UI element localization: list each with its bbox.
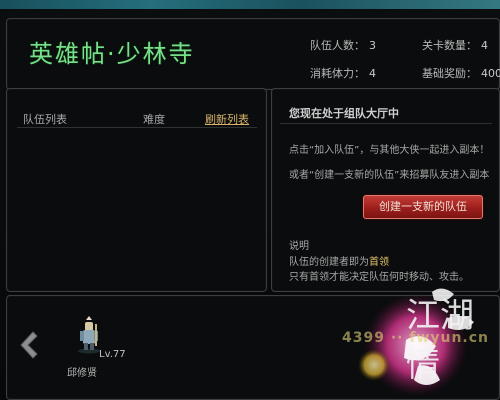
note-leader-line: 队伍的创建者即为首领: [289, 253, 389, 268]
refresh-list-link[interactable]: 刷新列表: [205, 111, 249, 127]
dungeon-header-panel: 英雄帖·少林寺 队伍人数： 3 关卡数量： 4 消耗体力： 4 基础奖励： 4000: [6, 18, 500, 90]
create-team-button[interactable]: 创建一支新的队伍: [363, 195, 483, 219]
note-title: 说明: [289, 241, 309, 252]
team-list-panel: 队伍列表 难度 刷新列表: [6, 88, 267, 292]
party-size-stat: 队伍人数： 3: [310, 37, 376, 53]
list-divider: [17, 127, 257, 128]
party-size-label: 队伍人数：: [310, 39, 365, 52]
leader-highlight: 首领: [369, 257, 389, 268]
player-avatar[interactable]: [73, 314, 105, 354]
player-name: 邱修贤: [67, 368, 97, 379]
stamina-cost-label: 消耗体力：: [310, 67, 365, 80]
join-team-hint: 点击“加入队伍”，与其他大侠一起进入副本！: [289, 145, 490, 156]
level-count-stat: 关卡数量： 4: [422, 37, 488, 53]
previous-arrow-button[interactable]: [17, 330, 39, 360]
stamina-cost-value: 4: [369, 67, 376, 80]
level-count-label: 关卡数量：: [422, 39, 477, 52]
party-size-value: 3: [369, 39, 376, 52]
note-leader-rule: 只有首领才能决定队伍何时移动、攻击。: [289, 272, 469, 283]
base-reward-value: 4000: [481, 67, 500, 80]
chevron-left-icon: [20, 331, 38, 359]
create-team-hint: 或者“创建一支新的队伍”来招募队友进入副本: [289, 170, 490, 181]
top-border: [0, 0, 500, 9]
info-divider: [280, 123, 492, 124]
base-reward-stat: 基础奖励： 4000: [422, 65, 500, 81]
team-list-header: 队伍列表: [23, 113, 67, 126]
base-reward-label: 基础奖励：: [422, 67, 477, 80]
note-leader-text: 队伍的创建者即为: [289, 257, 369, 268]
player-level: Lv.77: [99, 349, 126, 360]
lobby-status-title: 您现在处于组队大厅中: [289, 107, 399, 120]
difficulty-header: 难度: [143, 113, 165, 126]
team-members-panel: Lv.77 邱修贤: [6, 295, 500, 400]
lobby-info-panel: 您现在处于组队大厅中 点击“加入队伍”，与其他大侠一起进入副本！ 或者“创建一支…: [271, 88, 500, 292]
dungeon-title: 英雄帖·少林寺: [29, 40, 195, 68]
character-sprite-icon: [78, 316, 100, 354]
level-count-value: 4: [481, 39, 488, 52]
stamina-cost-stat: 消耗体力： 4: [310, 65, 376, 81]
